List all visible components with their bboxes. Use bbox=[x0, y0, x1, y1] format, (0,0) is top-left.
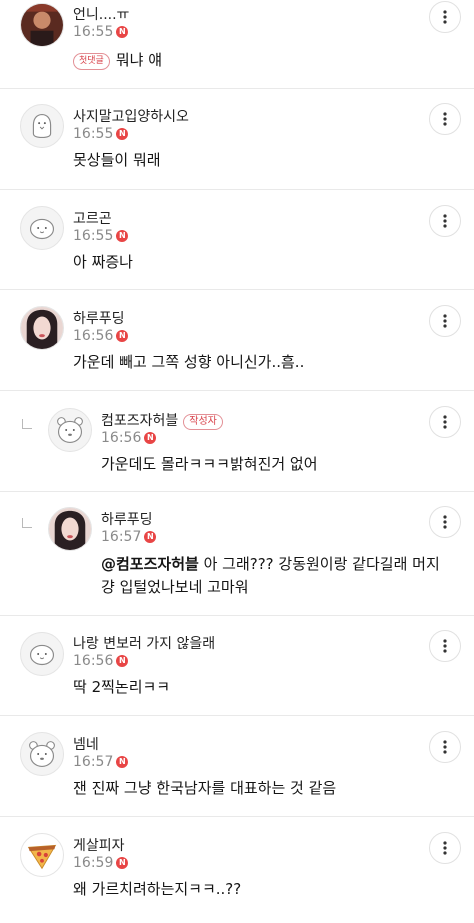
more-options-button[interactable] bbox=[429, 506, 461, 538]
comment-time: 16:55 bbox=[73, 126, 114, 142]
comment-text-line: @컴포즈자허블 아 그래??? 강동원이랑 같다길래 머지 bbox=[101, 553, 466, 576]
comment-text: 잰 진짜 그냥 한국남자를 대표하는 것 같음 bbox=[73, 779, 337, 797]
comment-nickname[interactable]: 사지말고입양하시오 bbox=[73, 106, 189, 126]
comment-item: 사지말고입양하시오 16:55 N 못상들이 뭐래 bbox=[0, 89, 474, 190]
new-badge-icon: N bbox=[116, 230, 129, 242]
new-badge-icon: N bbox=[116, 128, 129, 140]
more-options-button[interactable] bbox=[429, 630, 461, 662]
more-options-button[interactable] bbox=[429, 1, 461, 33]
comment-nickname[interactable]: 나랑 변보러 가지 않을래 bbox=[73, 633, 215, 653]
comment-text: 못상들이 뭐래 bbox=[73, 151, 161, 169]
comment-time: 16:55 bbox=[73, 228, 114, 244]
mention-link[interactable]: @컴포즈자허블 bbox=[101, 555, 199, 573]
new-badge-icon: N bbox=[116, 655, 129, 667]
vertical-dots-icon bbox=[443, 415, 447, 429]
comment-item: 언니....ㅠ 16:55 N 첫댓글 뭐냐 얘 bbox=[0, 0, 474, 89]
more-options-button[interactable] bbox=[429, 305, 461, 337]
photo-woman-avatar[interactable] bbox=[20, 306, 64, 350]
comment-text: 뭐냐 얘 bbox=[115, 51, 163, 69]
comment-item: 넴네 16:57 N 잰 진짜 그냥 한국남자를 대표하는 것 같음 bbox=[0, 716, 474, 817]
vertical-dots-icon bbox=[443, 841, 447, 855]
comment-meta: 16:59 N bbox=[73, 855, 129, 871]
comment-list: 언니....ㅠ 16:55 N 첫댓글 뭐냐 얘 사지말고입양하시오 16:55 … bbox=[0, 0, 474, 923]
comment-meta: 16:55 N bbox=[73, 126, 129, 142]
vertical-dots-icon bbox=[443, 214, 447, 228]
first-comment-badge: 첫댓글 bbox=[73, 53, 110, 70]
more-options-button[interactable] bbox=[429, 103, 461, 135]
vertical-dots-icon bbox=[443, 740, 447, 754]
default-penguin-avatar[interactable] bbox=[20, 104, 64, 148]
new-badge-icon: N bbox=[144, 531, 157, 543]
vertical-dots-icon bbox=[443, 10, 447, 24]
comment-nickname-row: 컴포즈자허블 작성자 bbox=[101, 410, 223, 430]
comment-item: 게살피자 16:59 N 왜 가르치려하는지ㅋㅋ..?? bbox=[0, 817, 474, 923]
vertical-dots-icon bbox=[443, 314, 447, 328]
more-options-button[interactable] bbox=[429, 731, 461, 763]
comment-time: 16:56 bbox=[73, 328, 114, 344]
comment-nickname[interactable]: 하루푸딩 bbox=[101, 509, 153, 529]
vertical-dots-icon bbox=[443, 515, 447, 529]
default-blob-avatar[interactable] bbox=[20, 632, 64, 676]
comment-nickname[interactable]: 하루푸딩 bbox=[73, 308, 125, 328]
more-options-button[interactable] bbox=[429, 406, 461, 438]
comment-text-block: @컴포즈자허블 아 그래??? 강동원이랑 같다길래 머지 걍 입털었나보네 고… bbox=[101, 553, 466, 599]
comment-text: 아 짜증나 bbox=[73, 253, 133, 271]
comment-nickname[interactable]: 게살피자 bbox=[73, 835, 125, 855]
reply-comment-item: 하루푸딩 16:57 N @컴포즈자허블 아 그래??? 강동원이랑 같다길래 … bbox=[0, 492, 474, 616]
comment-text: 가운데 빼고 그쪽 성향 아니신가..흠.. bbox=[73, 353, 305, 371]
comment-text: 가운데도 몰라ㅋㅋㅋ밝혀진거 없어 bbox=[101, 455, 318, 473]
pizza-avatar[interactable] bbox=[20, 833, 64, 877]
more-options-button[interactable] bbox=[429, 205, 461, 237]
comment-item: 하루푸딩 16:56 N 가운데 빼고 그쪽 성향 아니신가..흠.. bbox=[0, 290, 474, 391]
reply-indicator-icon bbox=[22, 518, 32, 528]
photo-man-avatar[interactable] bbox=[20, 3, 64, 47]
new-badge-icon: N bbox=[144, 432, 157, 444]
comment-text: 왜 가르치려하는지ㅋㅋ..?? bbox=[73, 880, 242, 898]
comment-meta: 16:56 N bbox=[73, 653, 129, 669]
photo-woman-avatar[interactable] bbox=[48, 507, 92, 551]
new-badge-icon: N bbox=[116, 857, 129, 869]
comment-meta: 16:55 N bbox=[73, 24, 129, 40]
comment-nickname[interactable]: 넴네 bbox=[73, 734, 99, 754]
comment-item: 고르곤 16:55 N 아 짜증나 bbox=[0, 190, 474, 290]
comment-time: 16:56 bbox=[73, 653, 114, 669]
vertical-dots-icon bbox=[443, 639, 447, 653]
comment-time: 16:59 bbox=[73, 855, 114, 871]
comment-time: 16:57 bbox=[73, 754, 114, 770]
comment-text: 아 그래??? 강동원이랑 같다길래 머지 bbox=[198, 555, 440, 573]
comment-nickname[interactable]: 언니....ㅠ bbox=[73, 4, 129, 24]
reply-comment-item: 컴포즈자허블 작성자 16:56 N 가운데도 몰라ㅋㅋㅋ밝혀진거 없어 bbox=[0, 391, 474, 492]
vertical-dots-icon bbox=[443, 112, 447, 126]
reply-indicator-icon bbox=[22, 419, 32, 429]
comment-text: 딱 2찍논리ㅋㅋ bbox=[73, 678, 171, 696]
comment-meta: 16:57 N bbox=[73, 754, 129, 770]
comment-text-block: 첫댓글 뭐냐 얘 bbox=[73, 49, 162, 72]
comment-meta: 16:56 N bbox=[73, 328, 129, 344]
more-options-button[interactable] bbox=[429, 832, 461, 864]
default-bear-avatar[interactable] bbox=[20, 732, 64, 776]
new-badge-icon: N bbox=[116, 330, 129, 342]
comment-item: 나랑 변보러 가지 않을래 16:56 N 딱 2찍논리ㅋㅋ bbox=[0, 616, 474, 716]
comment-time: 16:55 bbox=[73, 24, 114, 40]
comment-nickname[interactable]: 고르곤 bbox=[73, 208, 112, 228]
comment-time: 16:57 bbox=[101, 529, 142, 545]
comment-meta: 16:57 N bbox=[101, 529, 157, 545]
comment-text-line: 걍 입털었나보네 고마워 bbox=[101, 578, 249, 596]
comment-meta: 16:55 N bbox=[73, 228, 129, 244]
new-badge-icon: N bbox=[116, 756, 129, 768]
comment-nickname[interactable]: 컴포즈자허블 bbox=[101, 413, 178, 429]
default-blob-avatar[interactable] bbox=[20, 206, 64, 250]
comment-time: 16:56 bbox=[101, 430, 142, 446]
new-badge-icon: N bbox=[116, 26, 129, 38]
comment-meta: 16:56 N bbox=[101, 430, 157, 446]
default-bear-avatar[interactable] bbox=[48, 408, 92, 452]
author-badge: 작성자 bbox=[183, 414, 223, 430]
